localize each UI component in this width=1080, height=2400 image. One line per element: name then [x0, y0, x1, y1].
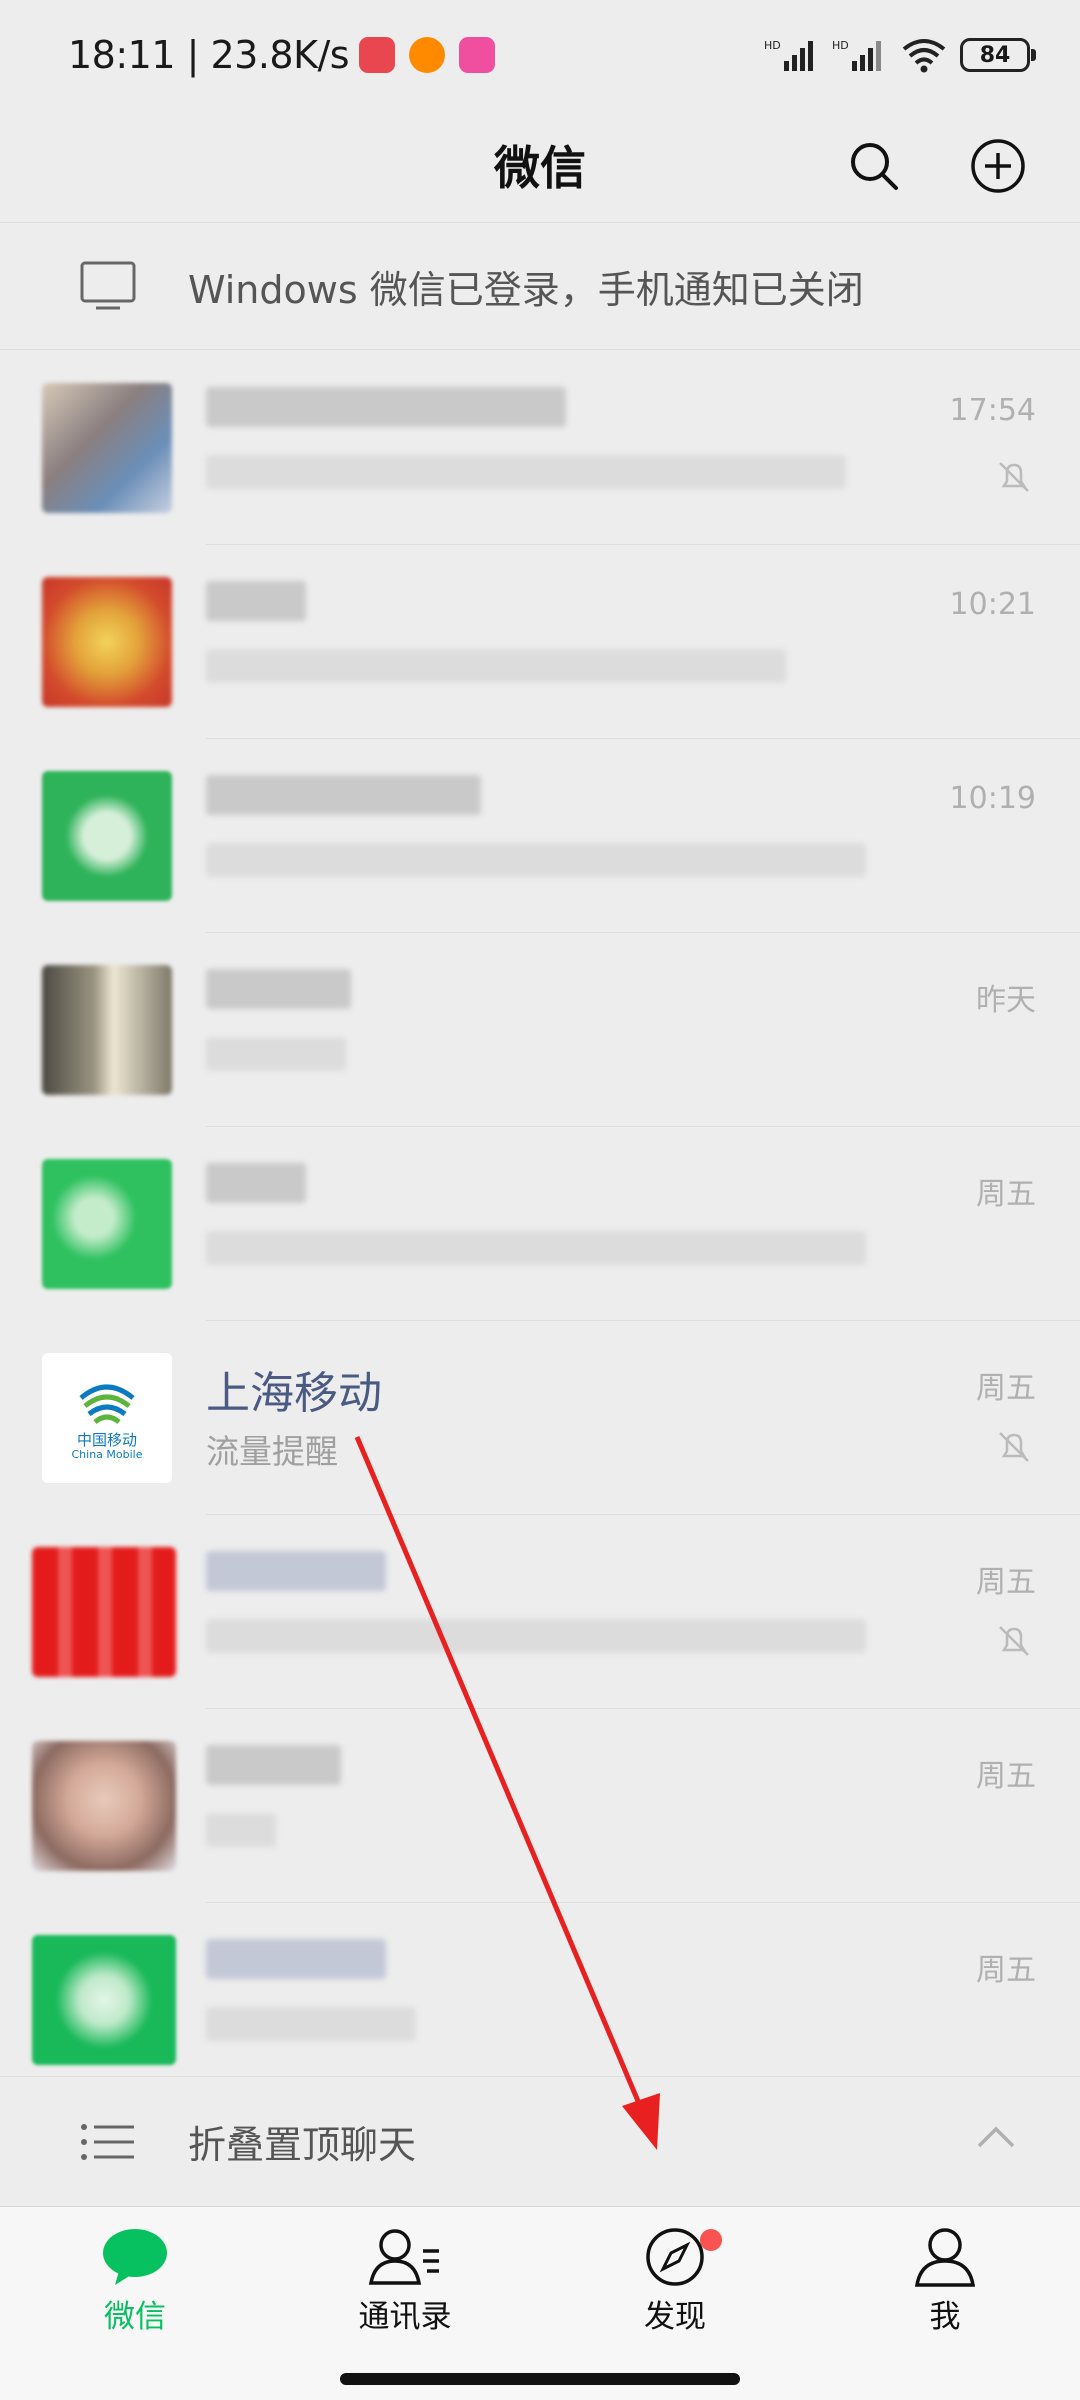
chat-snippet-blurred	[206, 843, 920, 889]
chat-snippet-blurred	[206, 1231, 920, 1277]
svg-text:HD: HD	[832, 39, 849, 52]
chat-time: 周五	[976, 1371, 1036, 1406]
chat-row[interactable]: 周五	[0, 1709, 1080, 1903]
chat-row[interactable]: 周五	[0, 1127, 1080, 1321]
pink-app-icon	[459, 37, 496, 73]
avatar	[42, 965, 172, 1095]
chat-bubble-icon	[103, 2229, 167, 2285]
add-button[interactable]	[964, 132, 1032, 200]
chat-time: 昨天	[976, 983, 1036, 1018]
taobao-app-icon	[359, 37, 396, 73]
chat-name-blurred	[206, 969, 920, 1029]
chat-name: 上海移动	[206, 1368, 382, 1419]
tab-discover[interactable]: 发现	[540, 2207, 810, 2400]
battery-indicator: 84	[960, 38, 1036, 72]
chat-time: 周五	[976, 1953, 1036, 1988]
china-mobile-logo-icon	[79, 1384, 135, 1424]
person-icon	[914, 2228, 976, 2287]
chat-time: 10:19	[949, 781, 1036, 816]
chat-time: 周五	[976, 1565, 1036, 1600]
status-bar: 18:11 | 23.8K/s HD HD 84	[0, 0, 1080, 110]
chat-row[interactable]: 10:21	[0, 545, 1080, 739]
chat-snippet-blurred	[206, 1813, 920, 1859]
chat-snippet-blurred	[206, 1619, 920, 1665]
chat-row-shanghai-mobile[interactable]: 中国移动 China Mobile 上海移动 流量提醒 周五	[0, 1321, 1080, 1515]
tab-label: 微信	[104, 2299, 166, 2335]
avatar	[42, 577, 172, 707]
notification-dot	[700, 2229, 722, 2251]
status-app-icons	[359, 37, 496, 73]
search-icon	[851, 143, 898, 190]
chat-name-blurred	[206, 1939, 920, 1999]
contacts-icon	[368, 2229, 439, 2285]
china-mobile-logo-text: 中国移动	[76, 1430, 137, 1449]
mute-bell-icon	[999, 1432, 1029, 1462]
chat-name-blurred	[206, 1163, 920, 1223]
chat-row[interactable]: 周五	[0, 1903, 1080, 2097]
china-mobile-logo-subtext: China Mobile	[71, 1447, 143, 1461]
home-indicator[interactable]	[340, 2373, 740, 2385]
chat-name-blurred	[206, 1551, 920, 1611]
chat-row[interactable]: 10:19	[0, 739, 1080, 933]
chat-row[interactable]: 周五	[0, 1515, 1080, 1709]
avatar	[42, 383, 172, 513]
chevron-up-icon[interactable]	[976, 2125, 1016, 2149]
tab-chats[interactable]: 微信	[0, 2207, 270, 2400]
china-mobile-avatar: 中国移动 China Mobile	[42, 1353, 172, 1483]
search-button[interactable]	[840, 132, 908, 200]
tab-label: 通讯录	[358, 2299, 452, 2335]
avatar	[32, 1935, 176, 2065]
compass-icon	[646, 2228, 704, 2286]
page-title: 微信	[494, 141, 586, 195]
tab-me[interactable]: 我	[810, 2207, 1080, 2400]
avatar	[32, 1547, 176, 1677]
svg-text:HD: HD	[764, 39, 781, 52]
bottom-tab-bar: 微信 通讯录 发现 我	[0, 2206, 1080, 2400]
chat-snippet-blurred	[206, 2007, 920, 2053]
windows-login-banner[interactable]: Windows 微信已登录，手机通知已关闭	[0, 222, 1080, 350]
chat-time: 17:54	[949, 393, 1036, 428]
list-icon	[81, 2123, 134, 2160]
tab-contacts[interactable]: 通讯录	[270, 2207, 540, 2400]
avatar	[42, 771, 172, 901]
chat-snippet-blurred	[206, 649, 920, 695]
wifi-icon	[902, 39, 946, 73]
monitor-icon	[80, 261, 136, 310]
tab-label: 发现	[644, 2299, 706, 2335]
plus-circle-icon	[971, 139, 1025, 193]
orange-app-icon	[409, 37, 446, 73]
chat-row[interactable]: 17:54	[0, 351, 1080, 545]
chat-name-blurred	[206, 1745, 920, 1805]
chat-snippet: 流量提醒	[206, 1432, 338, 1471]
fold-bar-label: 折叠置顶聊天	[188, 2123, 417, 2167]
chat-row[interactable]: 昨天	[0, 933, 1080, 1127]
chat-time: 周五	[976, 1177, 1036, 1212]
avatar	[42, 1159, 172, 1289]
chat-snippet-blurred	[206, 455, 920, 501]
chat-name-blurred	[206, 581, 920, 641]
chat-time: 周五	[976, 1759, 1036, 1794]
mute-bell-icon	[999, 462, 1029, 492]
chat-snippet-blurred	[206, 1037, 920, 1083]
folded-pinned-chats-bar[interactable]: 折叠置顶聊天	[0, 2076, 1080, 2206]
tab-label: 我	[929, 2299, 961, 2335]
chat-list: 17:54 10:21 10:19 昨天 周五 中国移动 China Mobil…	[0, 351, 1080, 2097]
signal-hd-2-icon: HD	[832, 39, 881, 71]
signal-hd-icon: HD	[764, 39, 813, 71]
app-header: 微信	[0, 110, 1080, 220]
avatar	[32, 1741, 176, 1871]
status-time: 18:11 | 23.8K/s	[68, 33, 350, 77]
mute-bell-icon	[999, 1626, 1029, 1656]
banner-text: Windows 微信已登录，手机通知已关闭	[188, 267, 864, 312]
chat-name-blurred	[206, 775, 920, 835]
chat-name-blurred	[206, 387, 920, 447]
battery-level: 84	[979, 42, 1011, 68]
chat-time: 10:21	[949, 587, 1036, 622]
